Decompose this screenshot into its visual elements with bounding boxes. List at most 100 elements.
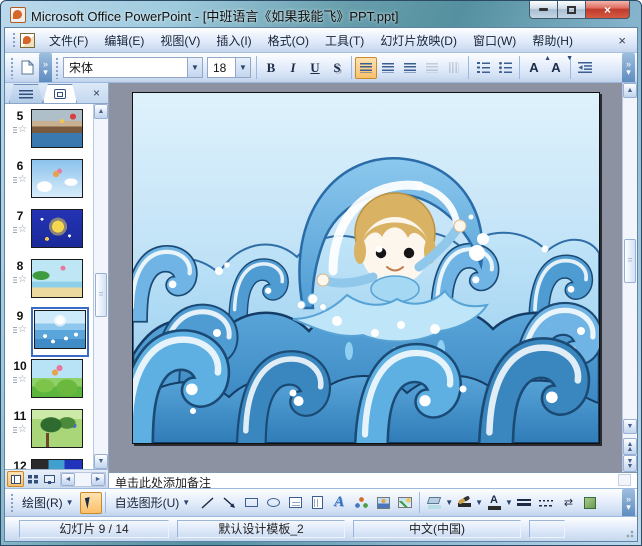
toolbar-options-chevron[interactable]: » ▾ — [622, 53, 635, 82]
numbering-button[interactable] — [472, 57, 494, 79]
bullets-button[interactable] — [494, 57, 516, 79]
scroll-up-button[interactable]: ▲ — [94, 104, 108, 119]
scroll-right-button[interactable]: ► — [91, 472, 105, 486]
vertical-text-box-button[interactable] — [306, 492, 328, 514]
slideshow-view-button[interactable] — [41, 471, 58, 487]
font-color-button[interactable]: A — [483, 492, 505, 514]
shadow-button[interactable]: S — [326, 57, 348, 79]
menu-edit[interactable]: 编辑(E) — [96, 29, 152, 52]
italic-button[interactable]: I — [282, 57, 304, 79]
align-center-button[interactable] — [377, 57, 399, 79]
vertical-text-button[interactable] — [443, 57, 465, 79]
decrease-font-size-button[interactable]: A ▼ — [545, 55, 573, 79]
fill-color-button[interactable] — [423, 492, 445, 514]
animation-star-icon[interactable]: ☆ — [13, 225, 27, 235]
distribute-button[interactable] — [421, 57, 443, 79]
slide-8-thumbnail[interactable] — [31, 259, 83, 298]
autoshapes-button[interactable]: 自选图形(U) ▼ — [109, 492, 197, 514]
clip-art-button[interactable] — [372, 492, 394, 514]
scroll-left-button[interactable]: ◄ — [61, 472, 75, 486]
slide-12-thumbnail[interactable] — [31, 459, 83, 469]
close-pane-button[interactable]: × — [90, 86, 103, 100]
minimize-button[interactable] — [529, 1, 558, 19]
font-size-select[interactable]: 18 ▼ — [207, 57, 251, 78]
slide-11-thumbnail[interactable] — [31, 409, 83, 448]
slide-editing-area[interactable] — [131, 92, 600, 444]
menu-insert[interactable]: 插入(I) — [208, 29, 259, 52]
line-style-button[interactable] — [513, 492, 535, 514]
text-box-button[interactable] — [284, 492, 306, 514]
align-right-button[interactable] — [399, 57, 421, 79]
underline-button[interactable]: U — [304, 57, 326, 79]
animation-star-icon[interactable]: ☆ — [13, 175, 27, 185]
slide-10-thumbnail[interactable] — [31, 359, 83, 398]
notes-pane[interactable]: 单击此处添加备注 — [109, 472, 637, 488]
tab-outline[interactable] — [9, 84, 43, 103]
scrollbar-track[interactable] — [623, 98, 637, 419]
decrease-indent-button[interactable] — [574, 57, 596, 79]
draw-menu-button[interactable]: 绘图(R) ▼ — [16, 492, 80, 514]
slide-9-thumbnail[interactable] — [34, 310, 86, 349]
shadow-style-button[interactable] — [579, 492, 601, 514]
normal-view-button[interactable] — [7, 471, 24, 487]
close-button[interactable]: × — [585, 1, 630, 19]
line-color-button[interactable] — [453, 492, 475, 514]
chevron-down-icon[interactable]: ▼ — [475, 498, 483, 507]
maximize-button[interactable] — [558, 1, 585, 19]
scroll-down-button[interactable]: ▼ — [623, 419, 637, 434]
standard-toolbar-drag-handle[interactable] — [9, 56, 14, 79]
diagram-button[interactable] — [350, 492, 372, 514]
scrollbar-thumb[interactable] — [624, 239, 636, 284]
toolbar-options-chevron[interactable]: » ▾ — [622, 489, 635, 516]
animation-star-icon[interactable]: ☆ — [13, 325, 27, 335]
slide-7-thumbnail[interactable] — [31, 209, 83, 248]
menu-window[interactable]: 窗口(W) — [465, 29, 524, 52]
menu-help[interactable]: 帮助(H) — [524, 29, 581, 52]
insert-picture-button[interactable] — [394, 492, 416, 514]
slide-5-thumbnail[interactable] — [31, 109, 83, 148]
arrow-style-button[interactable]: ⇄ — [557, 492, 579, 514]
menu-bar-drag-handle[interactable] — [11, 31, 16, 49]
animation-star-icon[interactable]: ☆ — [13, 275, 27, 285]
animation-star-icon[interactable]: ☆ — [13, 425, 27, 435]
menu-view[interactable]: 视图(V) — [152, 29, 208, 52]
notes-scrollbar[interactable] — [618, 474, 631, 486]
bold-button[interactable]: B — [260, 57, 282, 79]
slide-sorter-view-button[interactable] — [24, 471, 41, 487]
language-indicator[interactable]: 中文(中国) — [353, 519, 521, 538]
resize-grip[interactable] — [624, 528, 634, 538]
scrollbar-thumb[interactable] — [95, 273, 107, 318]
dash-style-button[interactable] — [535, 492, 557, 514]
toolbar-options-chevron[interactable]: » ▾ — [39, 53, 52, 82]
font-name-select[interactable]: 宋体 ▼ — [63, 57, 203, 78]
close-presentation-button[interactable]: × — [611, 32, 633, 49]
menu-file[interactable]: 文件(F) — [41, 29, 96, 52]
design-template-indicator[interactable]: 默认设计模板_2 — [177, 519, 345, 538]
line-button[interactable] — [196, 492, 218, 514]
wordart-button[interactable]: A — [328, 492, 350, 514]
chevron-down-icon[interactable]: ▼ — [445, 498, 453, 507]
arrow-button[interactable] — [218, 492, 240, 514]
format-toolbar-drag-handle[interactable] — [54, 56, 59, 79]
menu-slideshow[interactable]: 幻灯片放映(D) — [372, 29, 465, 52]
select-objects-button[interactable] — [79, 491, 102, 514]
scroll-down-button[interactable]: ▼ — [94, 454, 108, 469]
slide-6-thumbnail[interactable] — [31, 159, 83, 198]
horizontal-scrollbar[interactable]: ◄ ► — [60, 471, 106, 487]
align-left-button[interactable] — [355, 56, 377, 79]
scroll-up-button[interactable]: ▲ — [623, 83, 637, 98]
chevron-down-icon[interactable]: ▼ — [505, 498, 513, 507]
drawing-toolbar-drag-handle[interactable] — [9, 492, 14, 513]
animation-star-icon[interactable]: ☆ — [13, 125, 27, 135]
tab-slides[interactable] — [43, 84, 77, 103]
scrollbar-track[interactable] — [94, 119, 108, 454]
increase-font-size-button[interactable]: A ▲ — [523, 55, 551, 79]
previous-slide-button[interactable]: ▲ ▲ — [623, 438, 637, 455]
new-document-button[interactable] — [16, 57, 38, 79]
next-slide-button[interactable]: ▼ ▼ — [623, 455, 637, 472]
rectangle-button[interactable] — [240, 492, 262, 514]
menu-tools[interactable]: 工具(T) — [317, 29, 372, 52]
animation-star-icon[interactable]: ☆ — [13, 375, 27, 385]
menu-format[interactable]: 格式(O) — [260, 29, 317, 52]
oval-button[interactable] — [262, 492, 284, 514]
